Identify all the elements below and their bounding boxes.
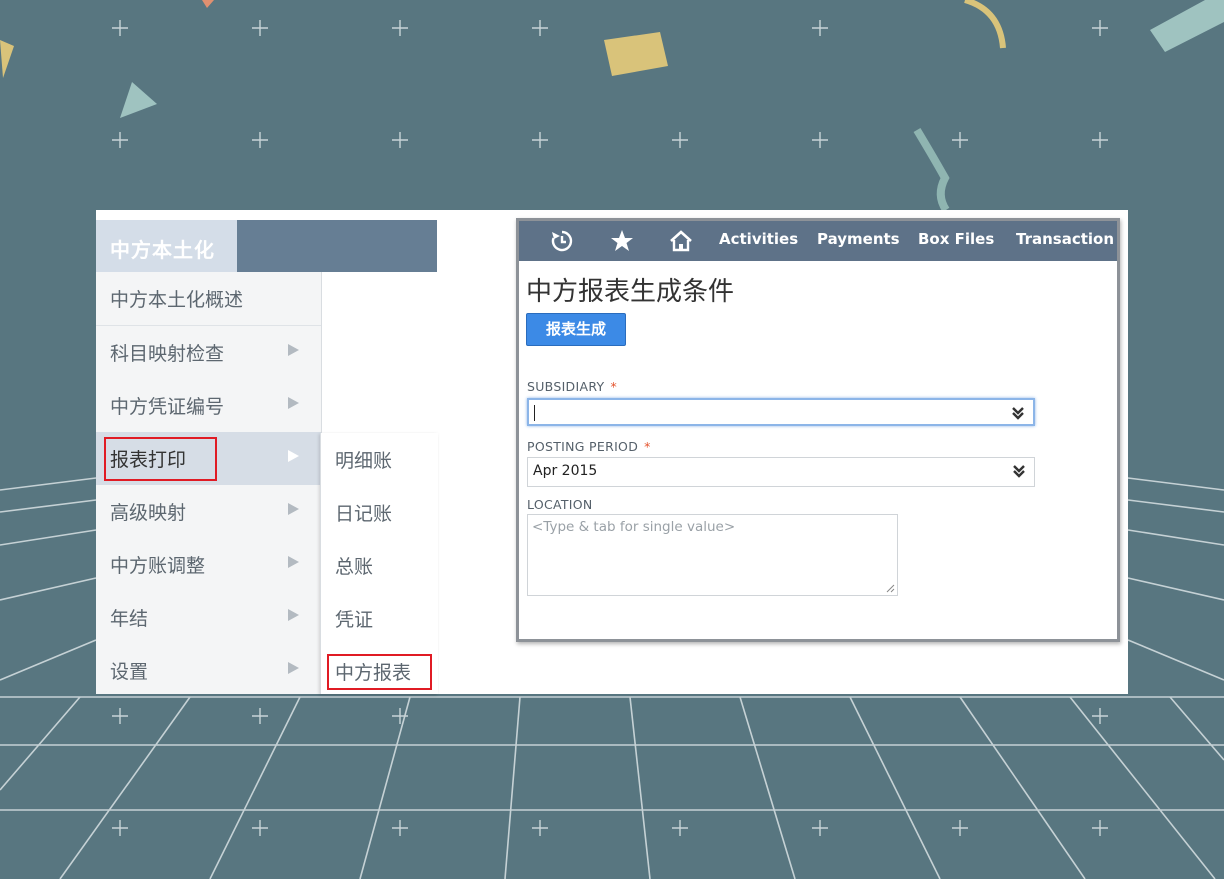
submenu-item-detail-ledger[interactable]: 明细账 <box>321 433 438 486</box>
menu-item-account-adjustment[interactable]: 中方账调整 <box>96 538 321 591</box>
nav-link-box-files[interactable]: Box Files <box>918 230 994 248</box>
submenu-item-journal[interactable]: 日记账 <box>321 486 438 539</box>
required-mark: * <box>610 379 618 394</box>
nav-link-activities[interactable]: Activities <box>719 230 798 248</box>
page-title: 中方报表生成条件 <box>526 277 735 307</box>
highlight-box-chinese-report <box>327 654 432 690</box>
menu-item-label: 中方账调整 <box>110 555 206 577</box>
confetti <box>0 0 1224 213</box>
nav-link-payments[interactable]: Payments <box>817 230 900 248</box>
screenshot-panel: 中方本土化 中方本土化概述 科目映射检查 中方凭证编号 报表打印 高级映射 中方… <box>96 210 1128 694</box>
recent-icon[interactable] <box>550 229 574 253</box>
arrow-right-icon <box>288 397 299 409</box>
posting-period-select[interactable]: Apr 2015 <box>527 457 1035 487</box>
menu-header-tab[interactable]: 中方本土化 <box>96 220 237 272</box>
arrow-right-icon <box>288 662 299 674</box>
posting-period-label-text: POSTING PERIOD <box>527 439 639 454</box>
menu-item-overview[interactable]: 中方本土化概述 <box>96 272 321 326</box>
location-label: LOCATION <box>527 497 593 512</box>
submenu-item-voucher[interactable]: 凭证 <box>321 592 438 645</box>
menu-item-label: 高级映射 <box>110 502 187 524</box>
top-navigation-bar: Activities Payments Box Files Transactio… <box>519 221 1117 261</box>
text-cursor <box>534 405 535 421</box>
menu-item-year-end[interactable]: 年结 <box>96 591 321 644</box>
generate-report-button[interactable]: 报表生成 <box>526 313 626 346</box>
double-chevron-down-icon[interactable] <box>1012 463 1026 479</box>
menu-item-label: 中方本土化概述 <box>110 289 244 311</box>
arrow-right-icon <box>288 344 299 356</box>
submenu-item-label: 总账 <box>335 556 374 578</box>
submenu-item-label: 日记账 <box>335 503 393 525</box>
home-icon[interactable] <box>669 229 693 253</box>
menu-header: 中方本土化 <box>96 220 437 272</box>
menu-item-label: 科目映射检查 <box>110 343 225 365</box>
posting-period-value: Apr 2015 <box>533 463 598 479</box>
arrow-right-icon <box>288 503 299 515</box>
menu-item-label: 中方凭证编号 <box>110 396 225 418</box>
posting-period-label: POSTING PERIOD * <box>527 439 651 454</box>
menu-item-account-mapping-check[interactable]: 科目映射检查 <box>96 326 321 379</box>
location-placeholder: <Type & tab for single value> <box>532 519 736 535</box>
menu-item-advanced-mapping[interactable]: 高级映射 <box>96 485 321 538</box>
subsidiary-label-text: SUBSIDIARY <box>527 379 605 394</box>
arrow-right-icon <box>288 556 299 568</box>
menu-item-settings[interactable]: 设置 <box>96 644 321 697</box>
menu-header-title: 中方本土化 <box>110 238 215 262</box>
location-input[interactable]: <Type & tab for single value> <box>527 514 898 596</box>
localization-menu: 中方本土化概述 科目映射检查 中方凭证编号 报表打印 高级映射 中方账调整 年结… <box>96 272 322 694</box>
report-criteria-window: Activities Payments Box Files Transactio… <box>516 218 1120 642</box>
menu-item-label: 年结 <box>110 608 149 630</box>
highlight-box-report-print <box>104 437 217 481</box>
submenu-item-general-ledger[interactable]: 总账 <box>321 539 438 592</box>
star-icon[interactable] <box>610 229 634 253</box>
required-mark: * <box>644 439 651 454</box>
menu-item-voucher-numbering[interactable]: 中方凭证编号 <box>96 379 321 432</box>
subsidiary-label: SUBSIDIARY * <box>527 379 617 394</box>
menu-item-label: 设置 <box>110 661 149 683</box>
subsidiary-select[interactable] <box>527 398 1035 426</box>
nav-link-transactions[interactable]: Transaction <box>1016 230 1114 248</box>
submenu-item-label: 凭证 <box>335 609 374 631</box>
submenu-item-label: 明细账 <box>335 450 393 472</box>
arrow-right-icon <box>288 450 299 462</box>
resize-grip-icon[interactable] <box>886 584 895 593</box>
double-chevron-down-icon[interactable] <box>1011 405 1025 421</box>
arrow-right-icon <box>288 609 299 621</box>
